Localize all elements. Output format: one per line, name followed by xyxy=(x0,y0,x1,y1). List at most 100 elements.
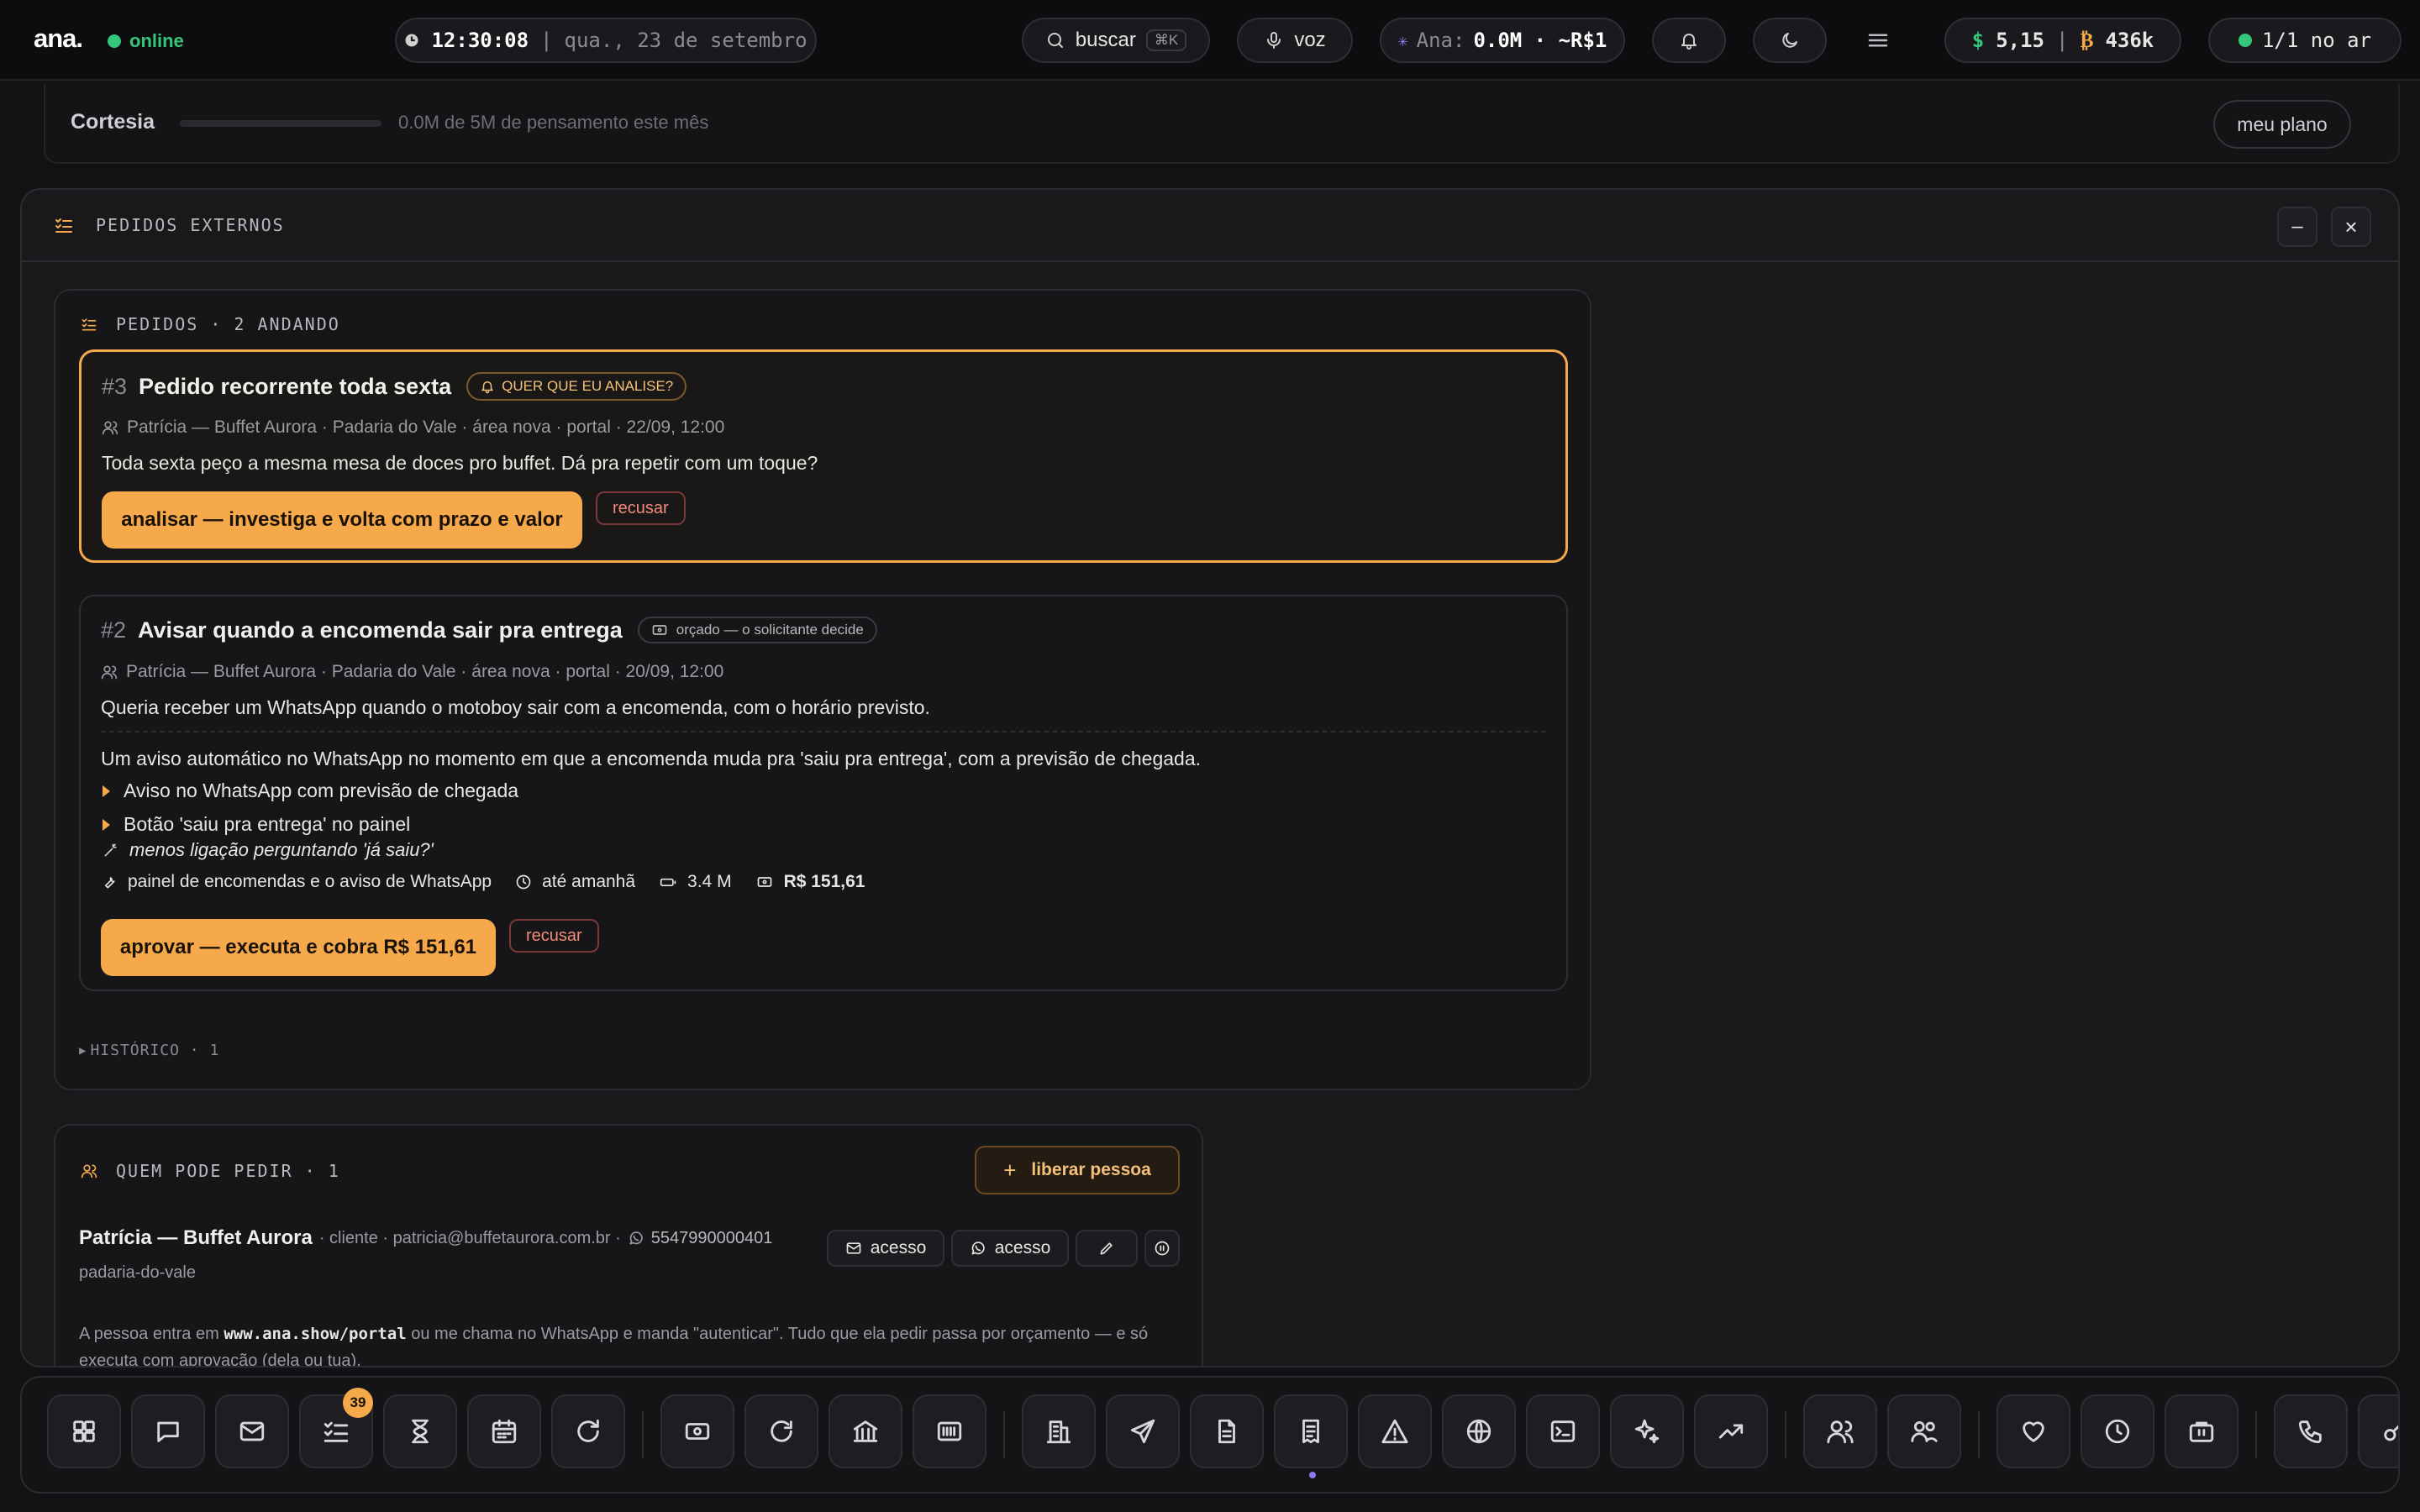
approve-button[interactable]: aprovar — executa e cobra R$ 151,61 xyxy=(101,919,496,976)
notifications-button[interactable] xyxy=(1652,18,1726,63)
quoted-tag-label: orçado — o solicitante decide xyxy=(676,622,864,638)
ana-usage-pill[interactable]: ✳ Ana: 0.0M · ~R$1 xyxy=(1380,18,1625,63)
deliverable-item: Botão 'saiu pra entrega' no painel xyxy=(103,813,410,836)
scope-label: painel de encomendas e o aviso de WhatsA… xyxy=(128,872,492,891)
edit-person-button[interactable] xyxy=(1076,1230,1138,1267)
minimize-icon: – xyxy=(2291,215,2303,238)
panel-title: PEDIDOS EXTERNOS xyxy=(96,215,285,235)
orders-card: PEDIDOS · 2 ANDANDO #3 Pedido recorrente… xyxy=(54,289,1591,1090)
order-description: Toda sexta peço a mesma mesa de doces pr… xyxy=(102,452,818,474)
add-person-button[interactable]: + liberar pessoa xyxy=(975,1146,1180,1194)
analysis-tag-label: QUER QUE EU ANALISE? xyxy=(502,378,674,394)
deliverable-item: Aviso no WhatsApp com previsão de chegad… xyxy=(103,780,518,802)
calendar-icon xyxy=(490,1417,518,1446)
dock-receipt-button[interactable] xyxy=(1274,1394,1348,1478)
reject-button[interactable]: recusar xyxy=(596,491,686,525)
dock-refresh-button[interactable] xyxy=(551,1394,625,1468)
dock-heart-button[interactable] xyxy=(1996,1394,2070,1468)
building-icon xyxy=(1044,1417,1073,1446)
dock-warning-button[interactable] xyxy=(1358,1394,1432,1468)
dock-loop-button[interactable] xyxy=(744,1394,818,1468)
analysis-request-tag[interactable]: QUER QUE EU ANALISE? xyxy=(466,372,687,401)
dock-mail-button[interactable] xyxy=(215,1394,289,1468)
menu-icon[interactable] xyxy=(1865,28,1891,53)
whatsapp-icon xyxy=(970,1240,986,1257)
pencil-icon xyxy=(1098,1240,1115,1257)
order-title: Pedido recorrente toda sexta xyxy=(139,373,452,399)
dock-sparkle-button[interactable] xyxy=(1610,1394,1684,1468)
balance-pill[interactable]: $ 5,15 | ₿ 436k xyxy=(1944,18,2181,63)
history-toggle[interactable]: ▶ HISTÓRICO · 1 xyxy=(79,1042,219,1059)
dock-bank-button[interactable] xyxy=(829,1394,902,1468)
dock-chat-button[interactable] xyxy=(131,1394,205,1468)
top-bar: ana. online 12:30:08 | qua., 23 de setem… xyxy=(0,0,2420,81)
dollar-icon: $ xyxy=(1971,29,1985,52)
voice-button[interactable]: voz xyxy=(1237,18,1353,63)
dock-clock-button[interactable] xyxy=(2081,1394,2154,1468)
trend-icon xyxy=(1717,1417,1745,1446)
dock-separator xyxy=(1785,1411,1786,1458)
dock-phone-button[interactable] xyxy=(2274,1394,2348,1468)
search-label: buscar xyxy=(1075,29,1136,51)
benefit-item: menos ligação perguntando 'já saiu?' xyxy=(103,839,434,861)
team-icon xyxy=(1910,1417,1939,1446)
person-details: · cliente · patricia@buffetaurora.com.br… xyxy=(318,1228,621,1247)
my-plan-button[interactable]: meu plano xyxy=(2213,100,2351,149)
dock-grid-button[interactable] xyxy=(47,1394,121,1468)
dock-globe-button[interactable] xyxy=(1442,1394,1516,1468)
person-name: Patrícia — Buffet Aurora xyxy=(79,1226,313,1249)
reject-button[interactable]: recusar xyxy=(509,919,599,953)
money-icon xyxy=(651,622,668,638)
dock-send-button[interactable] xyxy=(1106,1394,1180,1468)
theme-toggle-button[interactable] xyxy=(1753,18,1827,63)
portal-url[interactable]: www.ana.show/portal xyxy=(224,1325,406,1343)
dock-trend-button[interactable] xyxy=(1694,1394,1768,1468)
close-panel-button[interactable]: × xyxy=(2331,207,2371,247)
phone-icon xyxy=(2296,1417,2325,1446)
dock-tasks-button[interactable]: 39 xyxy=(299,1388,373,1468)
price-label: R$ 151,61 xyxy=(783,872,865,891)
order-title: Avisar quando a encomenda sair pra entre… xyxy=(138,617,623,643)
access-header: QUEM PODE PEDIR · 1 xyxy=(81,1161,340,1181)
dock-cash-button[interactable] xyxy=(660,1394,734,1468)
grid-icon xyxy=(70,1417,98,1446)
battery-icon xyxy=(659,874,677,890)
divider xyxy=(101,731,1546,732)
cortesia-bar: Cortesia 0.0M de 5M de pensamento este m… xyxy=(44,83,2400,164)
loop-icon xyxy=(767,1417,796,1446)
cash-icon xyxy=(683,1417,712,1446)
dock-team-button[interactable] xyxy=(1887,1394,1961,1468)
orders-list-icon xyxy=(81,316,97,333)
dock-briefcase-button[interactable] xyxy=(2165,1394,2238,1468)
dock-document-button[interactable] xyxy=(1190,1394,1264,1468)
pause-person-button[interactable] xyxy=(1144,1230,1180,1267)
search-button[interactable]: buscar ⌘K xyxy=(1022,18,1210,63)
analyze-button[interactable]: analisar — investiga e volta com prazo e… xyxy=(102,491,582,549)
receipt-icon xyxy=(1297,1417,1325,1446)
whatsapp-access-label: acesso xyxy=(994,1238,1051,1257)
whatsapp-icon xyxy=(628,1230,644,1247)
dock-hourglass-button[interactable] xyxy=(383,1394,457,1468)
clock-pill[interactable]: 12:30:08 | qua., 23 de setembro xyxy=(395,18,817,63)
dock-building-button[interactable] xyxy=(1022,1394,1096,1468)
dock-terminal-button[interactable] xyxy=(1526,1394,1600,1468)
minimize-button[interactable]: – xyxy=(2277,207,2317,247)
live-status-pill[interactable]: 1/1 no ar xyxy=(2208,18,2402,63)
microphone-icon xyxy=(1264,30,1284,50)
bell-icon xyxy=(1679,30,1699,50)
order-2: #2 Avisar quando a encomenda sair pra en… xyxy=(79,595,1568,991)
dock-contacts-button[interactable] xyxy=(1803,1394,1877,1468)
users-icon xyxy=(102,419,118,436)
benefit-label: menos ligação perguntando 'já saiu?' xyxy=(129,839,434,860)
globe-icon xyxy=(1465,1417,1493,1446)
whatsapp-access-button[interactable]: acesso xyxy=(951,1230,1069,1267)
dock-key-button[interactable] xyxy=(2358,1394,2398,1468)
briefcase-icon xyxy=(2187,1417,2216,1446)
email-access-button[interactable]: acesso xyxy=(827,1230,944,1267)
order-description: Queria receber um WhatsApp quando o moto… xyxy=(101,696,930,718)
dock-calendar-button[interactable] xyxy=(467,1394,541,1468)
dock-barcode-button[interactable] xyxy=(913,1394,986,1468)
app-logo[interactable]: ana. xyxy=(34,24,83,54)
bitcoin-icon: ₿ xyxy=(2080,28,2094,52)
users-icon xyxy=(101,664,118,680)
